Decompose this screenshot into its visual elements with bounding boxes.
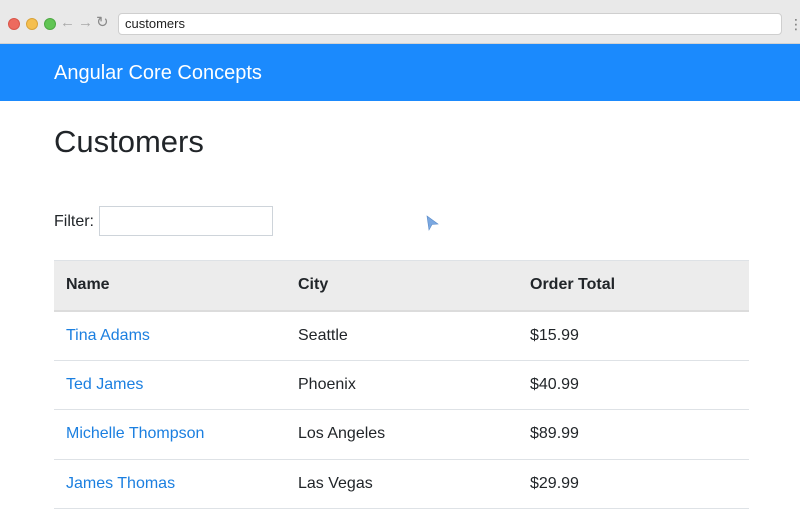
filter-input[interactable] [99, 206, 273, 236]
name-cell: James Thomas [54, 459, 286, 509]
order-total-cell: $40.99 [518, 360, 749, 410]
name-cell: Tina Adams [54, 310, 286, 361]
column-header-order-total[interactable]: Order Total [518, 260, 749, 312]
customer-name-link[interactable]: James Thomas [66, 475, 175, 492]
page-title: Customers [54, 124, 204, 159]
order-total-cell: $89.99 [518, 409, 749, 460]
maximize-window-icon[interactable] [44, 18, 56, 30]
close-window-icon[interactable] [8, 18, 20, 30]
table-header-row: Name City Order Total [54, 260, 749, 312]
column-header-name[interactable]: Name [54, 260, 286, 312]
customers-table: Name City Order Total Tina Adams Seattle… [54, 260, 749, 509]
navbar-brand[interactable]: Angular Core Concepts [54, 62, 262, 84]
table-row: Michelle Thompson Los Angeles $89.99 [54, 409, 749, 460]
minimize-window-icon[interactable] [26, 18, 38, 30]
name-cell: Ted James [54, 360, 286, 410]
customer-name-link[interactable]: Ted James [66, 376, 143, 393]
back-arrow-icon[interactable]: ← [60, 14, 75, 32]
order-total-cell: $15.99 [518, 310, 749, 361]
address-bar[interactable]: customers [118, 13, 782, 35]
city-cell: Las Vegas [286, 459, 518, 509]
filter-label: Filter: [54, 213, 94, 230]
city-cell: Seattle [286, 310, 518, 361]
customer-name-link[interactable]: Tina Adams [66, 327, 150, 344]
forward-arrow-icon[interactable]: → [78, 14, 93, 32]
browser-menu-icon[interactable]: ⋮ [789, 15, 800, 33]
reload-icon[interactable]: ↻ [96, 14, 109, 32]
order-total-cell: $29.99 [518, 459, 749, 509]
column-header-city[interactable]: City [286, 260, 518, 312]
customer-name-link[interactable]: Michelle Thompson [66, 425, 204, 442]
city-cell: Los Angeles [286, 409, 518, 460]
name-cell: Michelle Thompson [54, 409, 286, 460]
browser-toolbar: ← → ↻ customers ⋮ [0, 0, 800, 44]
table-row: James Thomas Las Vegas $29.99 [54, 459, 749, 509]
city-cell: Phoenix [286, 360, 518, 410]
app-navbar: Angular Core Concepts [0, 44, 800, 101]
table-row: Ted James Phoenix $40.99 [54, 360, 749, 410]
table-row: Tina Adams Seattle $15.99 [54, 310, 749, 361]
